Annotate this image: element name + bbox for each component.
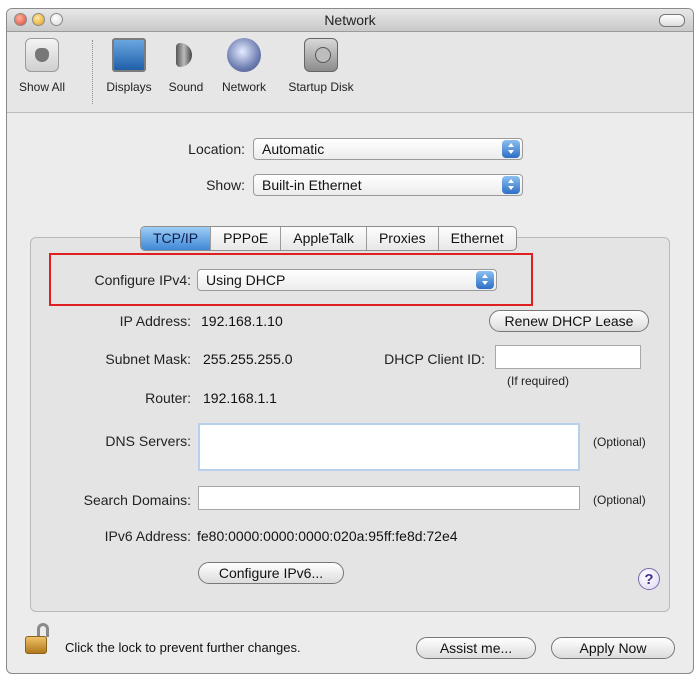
ipv6-address-value: fe80:0000:0000:0000:020a:95ff:fe8d:72e4	[197, 528, 458, 544]
apply-now-button[interactable]: Apply Now	[551, 637, 675, 659]
toolbar-show-all[interactable]: Show All	[13, 38, 71, 94]
network-preferences-window: Network Show All Displays Sound Network …	[6, 8, 694, 674]
location-popup[interactable]: Automatic	[253, 138, 523, 160]
tab-ethernet[interactable]: Ethernet	[439, 227, 516, 250]
configure-ipv4-popup[interactable]: Using DHCP	[197, 269, 497, 291]
dns-servers-input[interactable]	[198, 423, 580, 471]
toolbar-displays[interactable]: Displays	[99, 38, 159, 94]
toolbar-label: Network	[221, 80, 266, 94]
subnet-mask-label: Subnet Mask:	[105, 351, 191, 367]
router-value: 192.168.1.1	[203, 390, 277, 406]
lock-button[interactable]	[25, 623, 55, 659]
preferences-toolbar: Show All Displays Sound Network Startup …	[7, 32, 693, 113]
toolbar-label: Show All	[18, 80, 66, 94]
window-title: Network	[324, 12, 376, 28]
subnet-mask-value: 255.255.255.0	[203, 351, 293, 367]
ip-address-label: IP Address:	[119, 313, 191, 329]
toolbar-toggle-button[interactable]	[659, 14, 685, 27]
toolbar-label: Sound	[168, 80, 204, 94]
tab-appletalk[interactable]: AppleTalk	[281, 227, 367, 250]
tab-bar: TCP/IP PPPoE AppleTalk Proxies Ethernet	[140, 226, 517, 251]
search-domains-input[interactable]	[198, 486, 580, 510]
help-button[interactable]: ?	[638, 568, 660, 590]
dns-optional-hint: (Optional)	[593, 435, 646, 449]
sound-icon	[169, 38, 203, 72]
preferences-body: Location: Automatic Show: Built-in Ether…	[7, 113, 693, 673]
assist-me-button[interactable]: Assist me...	[416, 637, 536, 659]
network-icon	[227, 38, 261, 72]
router-label: Router:	[145, 390, 191, 406]
displays-icon	[112, 38, 146, 72]
popup-arrows-icon	[502, 176, 520, 194]
show-label: Show:	[206, 177, 245, 193]
dns-servers-label: DNS Servers:	[105, 433, 191, 449]
show-popup[interactable]: Built-in Ethernet	[253, 174, 523, 196]
toolbar-startup-disk[interactable]: Startup Disk	[281, 38, 361, 94]
dhcp-client-id-hint: (If required)	[507, 374, 570, 388]
toolbar-separator	[92, 40, 93, 104]
show-all-icon	[25, 38, 59, 72]
search-optional-hint: (Optional)	[593, 493, 646, 507]
configure-ipv6-button[interactable]: Configure IPv6...	[198, 562, 344, 584]
search-domains-label: Search Domains:	[83, 492, 191, 508]
tab-pppoe[interactable]: PPPoE	[211, 227, 282, 250]
renew-dhcp-lease-button[interactable]: Renew DHCP Lease	[489, 310, 649, 332]
ip-address-value: 192.168.1.10	[201, 313, 283, 329]
lock-body	[25, 636, 47, 654]
title-bar: Network	[7, 9, 693, 32]
show-value: Built-in Ethernet	[262, 177, 362, 193]
toolbar-sound[interactable]: Sound	[163, 38, 209, 94]
lock-message: Click the lock to prevent further change…	[65, 640, 301, 655]
location-label: Location:	[188, 141, 245, 157]
dhcp-client-id-input[interactable]	[495, 345, 641, 369]
tab-proxies[interactable]: Proxies	[367, 227, 439, 250]
lock-icon	[37, 623, 49, 637]
configure-ipv4-label: Configure IPv4:	[94, 272, 192, 288]
tab-tcpip[interactable]: TCP/IP	[141, 227, 212, 250]
configure-ipv4-value: Using DHCP	[206, 272, 286, 288]
toolbar-label: Startup Disk	[288, 80, 354, 94]
toolbar-network[interactable]: Network	[215, 38, 273, 94]
ipv6-address-label: IPv6 Address:	[104, 528, 191, 544]
popup-arrows-icon	[502, 140, 520, 158]
tcpip-panel: Configure IPv4: Using DHCP IP Address: 1…	[30, 237, 670, 612]
location-value: Automatic	[262, 141, 325, 157]
dhcp-client-id-label: DHCP Client ID:	[384, 351, 485, 367]
startup-disk-icon	[304, 38, 338, 72]
popup-arrows-icon	[476, 271, 494, 289]
toolbar-label: Displays	[106, 80, 152, 94]
